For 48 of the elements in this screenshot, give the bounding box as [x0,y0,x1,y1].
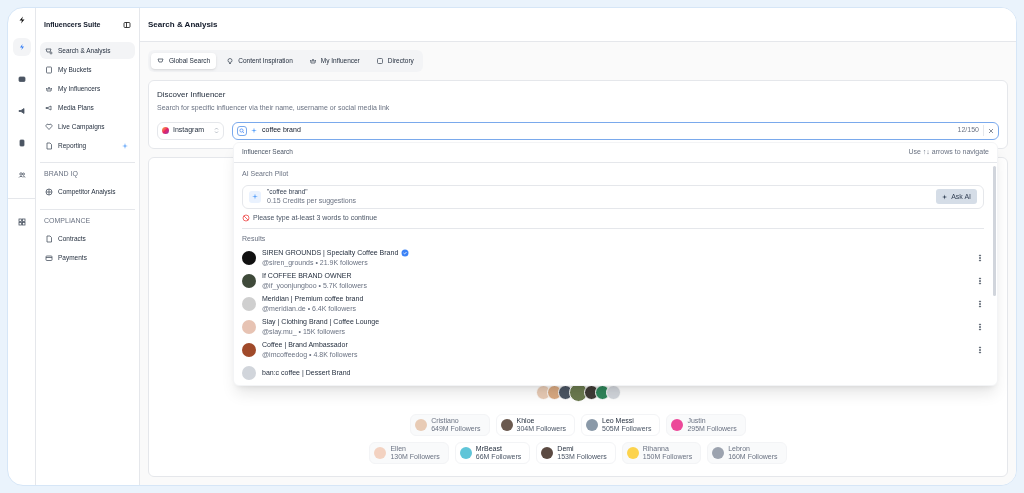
lightbulb-icon [226,57,235,65]
more-icon [976,254,984,262]
ai-icon [249,190,261,203]
avatar-placeholder [242,366,256,380]
binoculars-icon [45,46,53,55]
avatar-placeholder [712,447,725,459]
users-icon [17,171,26,179]
avatar-placeholder [671,419,684,431]
grid-icon [17,218,26,226]
sparkle-icon [251,127,258,134]
sidebar-toggle-icon [123,21,131,29]
megaphone-icon [45,103,53,112]
avatar-placeholder [541,447,554,459]
lightning-logo-icon [17,16,26,24]
avatar-placeholder [374,447,387,459]
more-icon [976,323,984,331]
scrollbar-thumb[interactable] [993,165,996,296]
crown-icon [45,84,53,93]
inbox-icon [17,75,26,83]
avatar-placeholder [242,343,256,357]
document-icon [45,141,53,150]
more-icon [976,277,984,285]
more-icon [976,346,984,354]
lightning-icon [17,43,26,51]
document-icon [45,234,53,243]
avatar-placeholder [242,274,256,288]
chevron-updown-icon [214,127,219,134]
avatar-placeholder [626,447,639,459]
page-title: Search & Analysis [140,8,1016,42]
close-icon[interactable] [988,127,994,134]
crown-icon [308,57,317,65]
instagram-icon [162,127,169,134]
avatar-placeholder [586,419,598,431]
section-title: Discover Influencer [157,89,227,101]
error-icon [242,213,250,222]
binoculars-icon [157,57,165,65]
avatar-placeholder [242,320,256,334]
avatar-placeholder [242,251,256,265]
verified-badge-icon [401,248,410,257]
avatar-placeholder [242,297,256,311]
avatar-placeholder [459,447,472,459]
document-icon [17,139,26,147]
card-icon [45,253,53,262]
megaphone-icon [17,107,26,115]
avatar-placeholder [415,419,428,431]
avatar-placeholder [500,419,513,431]
search-icon [237,125,247,136]
more-icon [976,300,984,308]
